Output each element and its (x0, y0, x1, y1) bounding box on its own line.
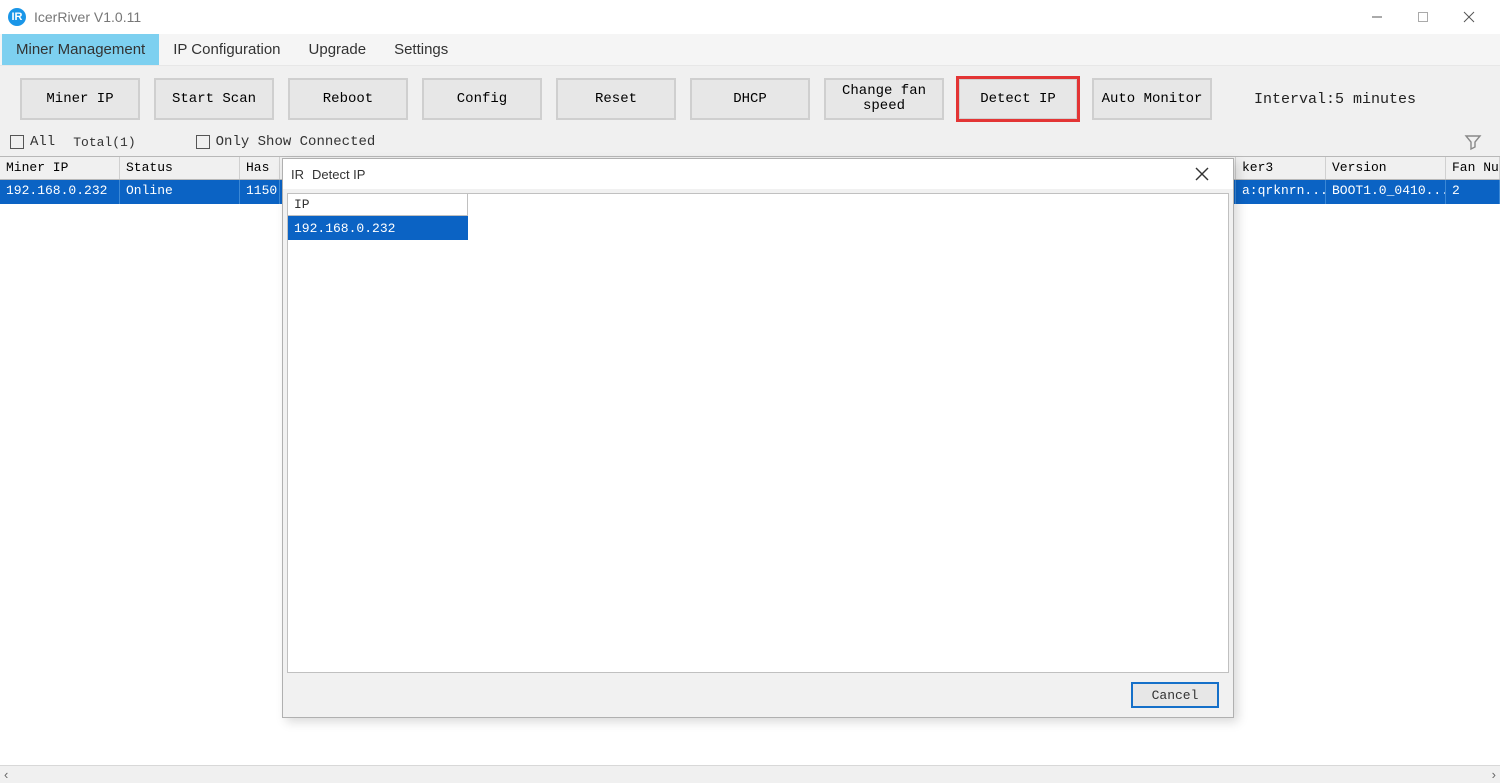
auto-monitor-button[interactable]: Auto Monitor (1092, 78, 1212, 120)
miner-ip-button[interactable]: Miner IP (20, 78, 140, 120)
titlebar: IR IcerRiver V1.0.11 (0, 0, 1500, 34)
filter-bar: All Total(1) Only Show Connected (0, 128, 1500, 156)
app-title: IcerRiver V1.0.11 (34, 9, 141, 25)
dhcp-button[interactable]: DHCP (690, 78, 810, 120)
menu-upgrade[interactable]: Upgrade (295, 34, 381, 65)
close-button[interactable] (1446, 0, 1492, 34)
start-scan-button[interactable]: Start Scan (154, 78, 274, 120)
ip-list-header[interactable]: IP (288, 194, 468, 216)
dialog-titlebar: IR Detect IP (283, 159, 1233, 189)
menu-miner-management[interactable]: Miner Management (2, 34, 159, 65)
col-miner-ip[interactable]: Miner IP (0, 157, 120, 179)
scroll-left-icon[interactable]: ‹ (4, 767, 8, 782)
cell-status: Online (120, 180, 240, 204)
checkbox-icon (10, 135, 24, 149)
close-icon (1463, 11, 1475, 23)
toolbar: Miner IP Start Scan Reboot Config Reset … (0, 66, 1500, 128)
all-checkbox[interactable]: All (10, 134, 55, 150)
cell-ip: 192.168.0.232 (0, 180, 120, 204)
all-label: All (30, 134, 55, 150)
detect-ip-button[interactable]: Detect IP (958, 78, 1078, 120)
dialog-title: Detect IP (312, 167, 365, 182)
dialog-close-button[interactable] (1195, 167, 1225, 181)
close-icon (1195, 167, 1209, 181)
menubar: Miner Management IP Configuration Upgrad… (0, 34, 1500, 66)
col-has[interactable]: Has (240, 157, 280, 179)
col-fan[interactable]: Fan Num (1446, 157, 1500, 179)
reboot-button[interactable]: Reboot (288, 78, 408, 120)
cell-has: 1150 (240, 180, 280, 204)
change-fan-speed-button[interactable]: Change fan speed (824, 78, 944, 120)
minimize-button[interactable] (1354, 0, 1400, 34)
cancel-button[interactable]: Cancel (1131, 682, 1219, 708)
interval-label: Interval:5 minutes (1254, 91, 1416, 108)
checkbox-icon (196, 135, 210, 149)
reset-button[interactable]: Reset (556, 78, 676, 120)
dialog-body: IP 192.168.0.232 (287, 193, 1229, 673)
menu-settings[interactable]: Settings (380, 34, 462, 65)
menu-ip-configuration[interactable]: IP Configuration (159, 34, 294, 65)
filter-icon[interactable] (1464, 133, 1490, 151)
minimize-icon (1371, 11, 1383, 23)
detect-ip-dialog: IR Detect IP IP 192.168.0.232 Cancel (282, 158, 1234, 718)
maximize-button[interactable] (1400, 0, 1446, 34)
scroll-right-icon[interactable]: › (1492, 767, 1496, 782)
col-version[interactable]: Version (1326, 157, 1446, 179)
dialog-app-icon: IR (291, 167, 304, 182)
ip-list-row[interactable]: 192.168.0.232 (288, 216, 468, 240)
cell-version: BOOT1.0_0410... (1326, 180, 1446, 204)
dialog-footer: Cancel (283, 673, 1233, 717)
col-ker3[interactable]: ker3 (1236, 157, 1326, 179)
cell-ker3: a:qrknrn... (1236, 180, 1326, 204)
maximize-icon (1417, 11, 1429, 23)
window-controls (1354, 0, 1492, 34)
col-status[interactable]: Status (120, 157, 240, 179)
total-label: Total(1) (73, 135, 135, 150)
only-connected-label: Only Show Connected (216, 134, 376, 150)
app-icon: IR (8, 8, 26, 26)
cell-fan: 2 (1446, 180, 1500, 204)
config-button[interactable]: Config (422, 78, 542, 120)
only-connected-checkbox[interactable]: Only Show Connected (196, 134, 376, 150)
horizontal-scrollbar[interactable]: ‹ › (0, 765, 1500, 783)
